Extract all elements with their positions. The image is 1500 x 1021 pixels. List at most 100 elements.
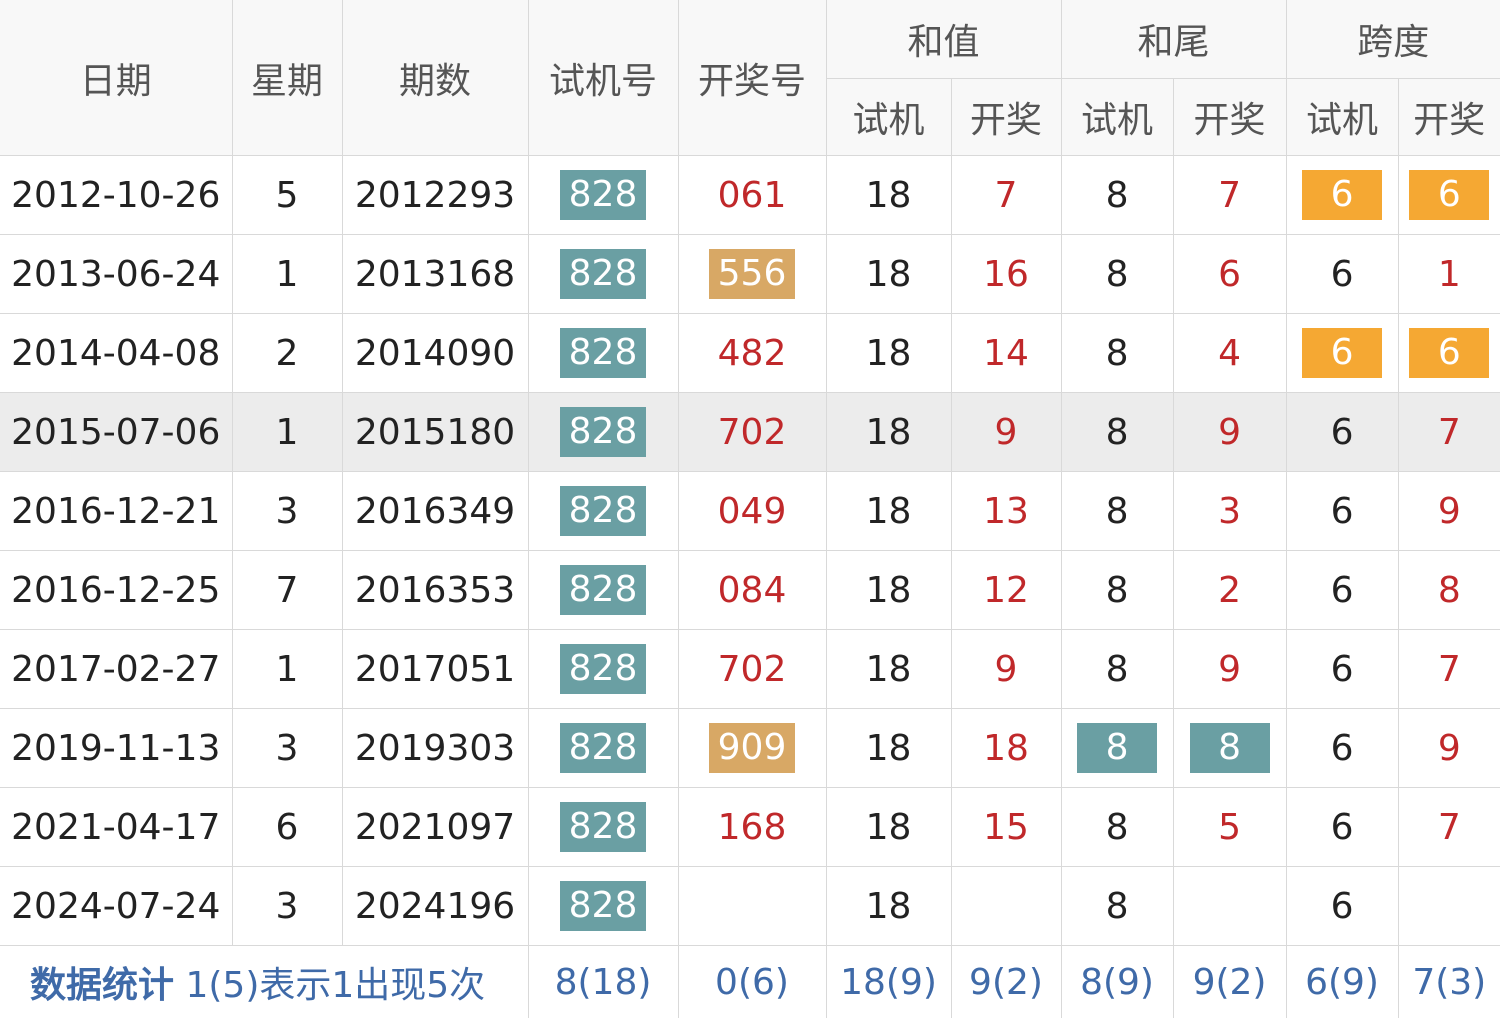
- stats-draw-cell: 0(6): [678, 945, 827, 1018]
- date-cell: 2015-07-06: [0, 392, 233, 472]
- trial-number-cell: 828: [528, 392, 679, 472]
- subheader-sum-draw: 开奖: [951, 78, 1062, 156]
- date-cell: 2016-12-21: [0, 471, 233, 551]
- issue-cell: 2016349: [342, 471, 529, 551]
- weekday-cell: 5: [232, 155, 343, 235]
- draw-number-badge: 556: [709, 249, 795, 299]
- lottery-history-table: 日期 星期 期数 试机号 开奖号 和值 和尾 跨度 试机 开奖 试机 开奖 试机…: [0, 0, 1500, 1018]
- table-row: 2016-12-21 3 2016349 828 049 18 13 8 3 6…: [0, 471, 1500, 551]
- stats-sum-draw-cell: 9(2): [951, 945, 1062, 1018]
- subheader-tail-trial: 试机: [1061, 78, 1174, 156]
- header-sum-tail: 和尾: [1061, 0, 1287, 79]
- stats-title: 数据统计: [30, 965, 175, 1006]
- trial-number-cell: 828: [528, 866, 679, 946]
- issue-cell: 2012293: [342, 155, 529, 235]
- span-draw-cell: 8: [1398, 550, 1500, 630]
- header-sum: 和值: [826, 0, 1062, 79]
- date-cell: 2012-10-26: [0, 155, 233, 235]
- date-cell: 2017-02-27: [0, 629, 233, 709]
- tail-draw-cell: 2: [1173, 550, 1287, 630]
- tail-draw-cell: 8: [1173, 708, 1287, 788]
- table-row: 2015-07-06 1 2015180 828 702 18 9 8 9 6 …: [0, 392, 1500, 472]
- span-draw-cell: [1398, 866, 1500, 946]
- span-draw-cell: 9: [1398, 708, 1500, 788]
- stats-sum-trial-cell: 18(9): [826, 945, 952, 1018]
- table-row: 2012-10-26 5 2012293 828 061 18 7 8 7 6 …: [0, 155, 1500, 235]
- weekday-cell: 2: [232, 313, 343, 393]
- issue-cell: 2017051: [342, 629, 529, 709]
- header-draw-number: 开奖号: [678, 0, 827, 156]
- draw-number-cell: [678, 866, 827, 946]
- span-draw-badge: 6: [1409, 170, 1490, 220]
- date-cell: 2019-11-13: [0, 708, 233, 788]
- table-row: 2021-04-17 6 2021097 828 168 18 15 8 5 6…: [0, 787, 1500, 867]
- header-trial-number: 试机号: [528, 0, 679, 156]
- trial-number-cell: 828: [528, 708, 679, 788]
- tail-draw-cell: 9: [1173, 629, 1287, 709]
- weekday-cell: 3: [232, 471, 343, 551]
- span-trial-cell: 6: [1286, 234, 1399, 314]
- trial-number-badge: 828: [560, 328, 646, 378]
- stats-note: 1(5)表示1出现5次: [185, 965, 486, 1006]
- tail-trial-badge: 8: [1077, 723, 1158, 773]
- sum-draw-cell: 12: [951, 550, 1062, 630]
- span-trial-cell: 6: [1286, 155, 1399, 235]
- trial-number-badge: 828: [560, 723, 646, 773]
- tail-trial-cell: 8: [1061, 155, 1174, 235]
- weekday-cell: 1: [232, 629, 343, 709]
- issue-cell: 2016353: [342, 550, 529, 630]
- table-row: 2017-02-27 1 2017051 828 702 18 9 8 9 6 …: [0, 629, 1500, 709]
- span-draw-cell: 1: [1398, 234, 1500, 314]
- trial-number-badge: 828: [560, 170, 646, 220]
- table-row: 2013-06-24 1 2013168 828 556 18 16 8 6 6…: [0, 234, 1500, 314]
- span-trial-cell: 6: [1286, 471, 1399, 551]
- span-draw-cell: 7: [1398, 787, 1500, 867]
- span-trial-cell: 6: [1286, 313, 1399, 393]
- tail-trial-cell: 8: [1061, 392, 1174, 472]
- trial-number-badge: 828: [560, 644, 646, 694]
- date-cell: 2016-12-25: [0, 550, 233, 630]
- sum-trial-cell: 18: [826, 155, 952, 235]
- header-span: 跨度: [1286, 0, 1500, 79]
- trial-number-badge: 828: [560, 565, 646, 615]
- issue-cell: 2013168: [342, 234, 529, 314]
- draw-number-cell: 556: [678, 234, 827, 314]
- trial-number-cell: 828: [528, 155, 679, 235]
- sum-draw-cell: 9: [951, 392, 1062, 472]
- tail-trial-cell: 8: [1061, 550, 1174, 630]
- stats-span-draw-cell: 7(3): [1398, 945, 1500, 1018]
- stats-span-trial-cell: 6(9): [1286, 945, 1399, 1018]
- sum-draw-cell: 7: [951, 155, 1062, 235]
- trial-number-cell: 828: [528, 471, 679, 551]
- sum-trial-cell: 18: [826, 234, 952, 314]
- span-draw-cell: 7: [1398, 392, 1500, 472]
- draw-number-cell: 482: [678, 313, 827, 393]
- weekday-cell: 6: [232, 787, 343, 867]
- subheader-tail-draw: 开奖: [1173, 78, 1287, 156]
- tail-draw-cell: 9: [1173, 392, 1287, 472]
- tail-draw-cell: 6: [1173, 234, 1287, 314]
- span-draw-cell: 7: [1398, 629, 1500, 709]
- sum-draw-cell: 14: [951, 313, 1062, 393]
- sum-draw-cell: 9: [951, 629, 1062, 709]
- weekday-cell: 3: [232, 866, 343, 946]
- tail-draw-cell: 3: [1173, 471, 1287, 551]
- sum-trial-cell: 18: [826, 313, 952, 393]
- span-trial-cell: 6: [1286, 787, 1399, 867]
- trial-number-cell: 828: [528, 787, 679, 867]
- trial-number-badge: 828: [560, 407, 646, 457]
- tail-trial-cell: 8: [1061, 708, 1174, 788]
- tail-trial-cell: 8: [1061, 313, 1174, 393]
- draw-number-cell: 909: [678, 708, 827, 788]
- sum-trial-cell: 18: [826, 708, 952, 788]
- tail-trial-cell: 8: [1061, 866, 1174, 946]
- trial-number-cell: 828: [528, 234, 679, 314]
- stats-label-cell: 数据统计 1(5)表示1出现5次: [0, 945, 529, 1018]
- weekday-cell: 1: [232, 234, 343, 314]
- span-trial-cell: 6: [1286, 550, 1399, 630]
- sum-trial-cell: 18: [826, 787, 952, 867]
- tail-draw-badge: 8: [1189, 723, 1270, 773]
- sum-trial-cell: 18: [826, 629, 952, 709]
- draw-number-cell: 061: [678, 155, 827, 235]
- tail-trial-cell: 8: [1061, 787, 1174, 867]
